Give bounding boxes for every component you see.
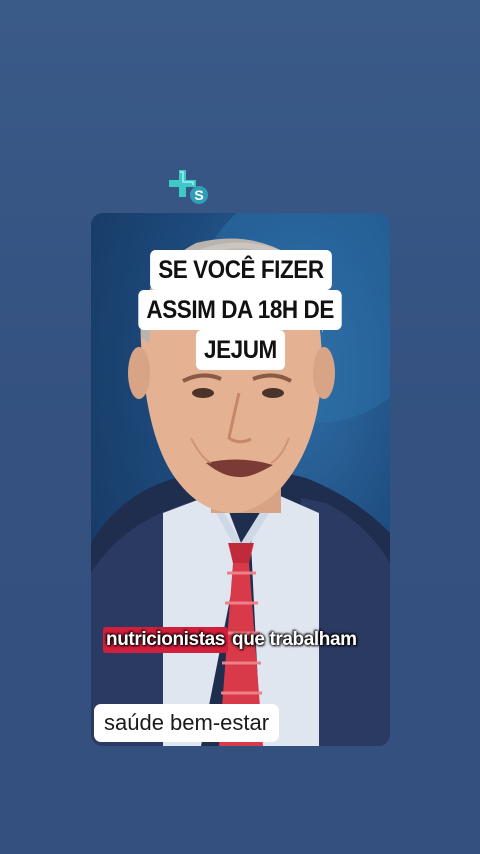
video-subtitle: nutricionistas que trabalham	[103, 627, 357, 653]
video-player[interactable]: SE VOCÊ FIZER ASSIM DA 18H DE JEJUM nutr…	[91, 213, 390, 746]
caption-line-2: ASSIM DA 18H DE	[138, 290, 343, 330]
screen: S SE VOCÊ FIZER ASSIM DA 18H DE JEJUM nu…	[0, 0, 480, 854]
plus-s-logo-icon: S	[169, 170, 208, 204]
category-tag[interactable]: saúde bem-estar	[94, 704, 280, 742]
caption-line-1: SE VOCÊ FIZER	[149, 250, 332, 290]
caption-line-3: JEJUM	[196, 330, 285, 370]
subtitle-text: que trabalham	[231, 629, 357, 650]
svg-text:S: S	[194, 187, 203, 203]
video-caption-title: SE VOCÊ FIZER ASSIM DA 18H DE JEJUM	[91, 250, 390, 370]
subtitle-highlight-word: nutricionistas	[103, 627, 228, 653]
